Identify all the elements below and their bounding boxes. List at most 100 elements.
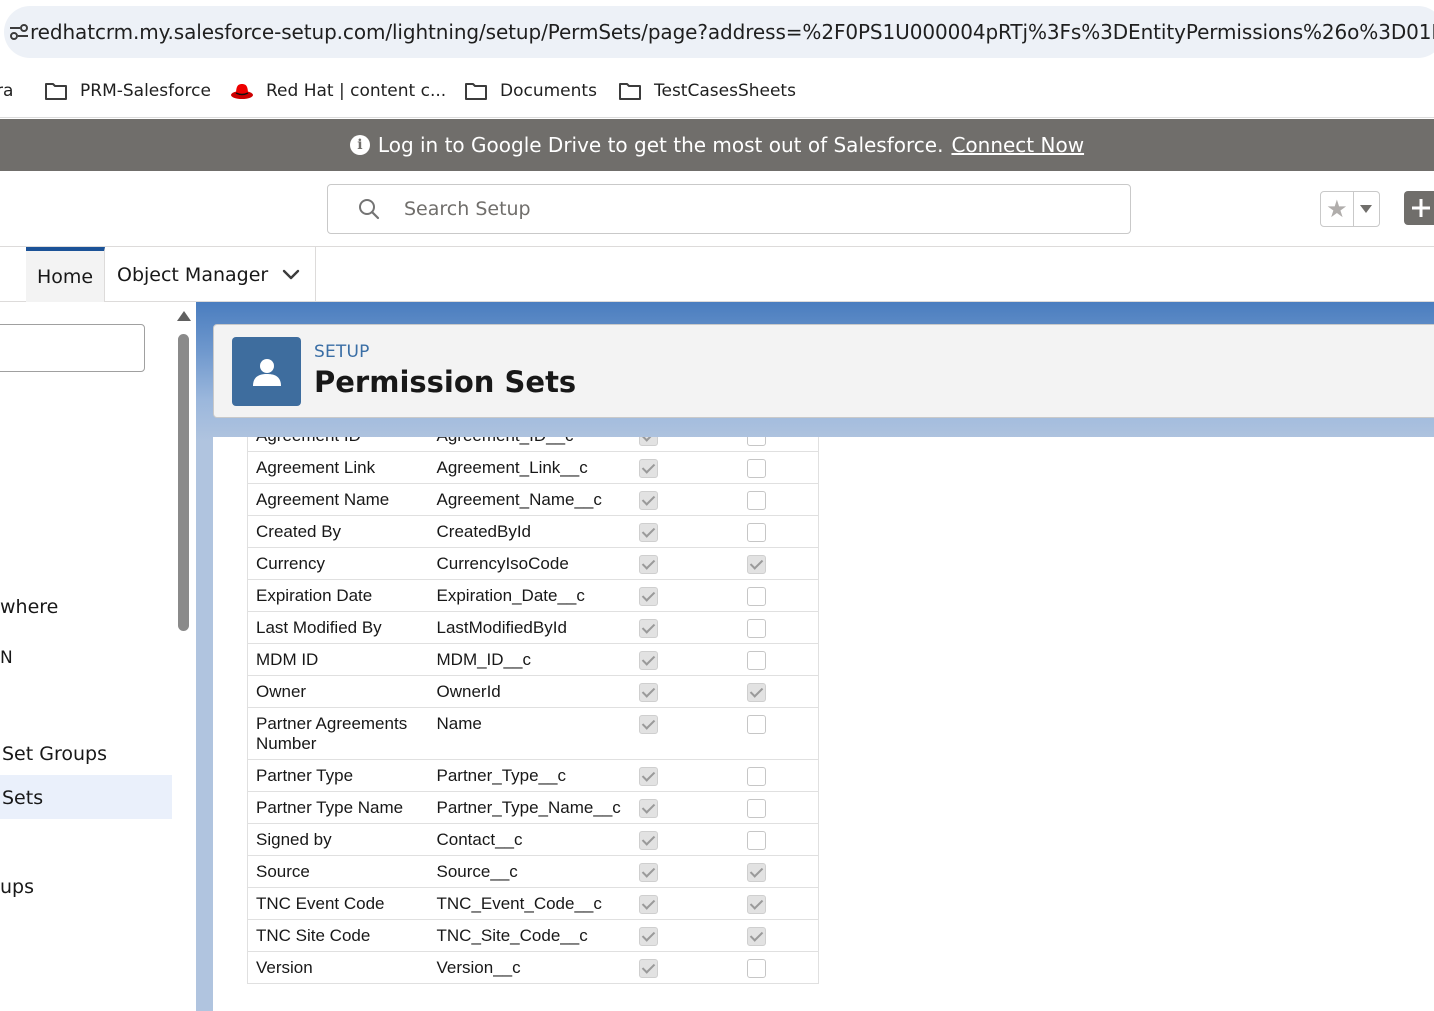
sidebar-item-n[interactable]: N	[0, 648, 13, 668]
field-label: Partner Type Name	[247, 791, 429, 825]
edit-access-checkbox[interactable]	[746, 683, 766, 703]
edit-access-checkbox[interactable]	[746, 651, 766, 671]
quick-find-input[interactable]	[0, 324, 145, 372]
table-row: Partner Type Name Partner_Type_Name__c	[247, 791, 820, 825]
edit-access-checkbox[interactable]	[746, 555, 766, 575]
field-api-name: Expiration_Date__c	[428, 579, 629, 613]
read-access-checkbox[interactable]	[638, 767, 658, 787]
favorites-dropdown[interactable]	[1354, 192, 1379, 226]
setup-nav: Home Object Manager	[0, 247, 1434, 302]
edit-access-cell	[733, 547, 820, 581]
field-label: Agreement Name	[247, 483, 429, 517]
edit-access-checkbox[interactable]	[746, 437, 766, 447]
edit-access-checkbox[interactable]	[746, 459, 766, 479]
read-access-checkbox[interactable]	[638, 619, 658, 639]
read-access-cell	[628, 437, 734, 453]
bookmark-prm-salesforce[interactable]: PRM-Salesforce	[44, 81, 211, 101]
sidebar-item-where[interactable]: where	[0, 596, 58, 618]
read-access-checkbox[interactable]	[638, 927, 658, 947]
edit-access-cell	[733, 791, 820, 825]
tab-home[interactable]: Home	[26, 247, 105, 302]
edit-access-checkbox[interactable]	[746, 767, 766, 787]
edit-access-cell	[733, 707, 820, 761]
read-access-checkbox[interactable]	[638, 683, 658, 703]
edit-access-checkbox[interactable]	[746, 491, 766, 511]
bookmark-redhat-content[interactable]: Red Hat | content c...	[230, 81, 446, 101]
field-api-name: CurrencyIsoCode	[428, 547, 629, 581]
url-text[interactable]: redhatcrm.my.salesforce-setup.com/lightn…	[30, 20, 1434, 44]
table-row: Created By CreatedById	[247, 515, 820, 549]
connect-now-link[interactable]: Connect Now	[951, 133, 1084, 157]
edit-access-checkbox[interactable]	[746, 895, 766, 915]
field-api-name: Agreement_Name__c	[428, 483, 629, 517]
edit-access-cell	[733, 951, 820, 985]
edit-access-checkbox[interactable]	[746, 619, 766, 639]
search-input[interactable]	[404, 198, 1004, 220]
read-access-checkbox[interactable]	[638, 523, 658, 543]
edit-access-checkbox[interactable]	[746, 959, 766, 979]
read-access-checkbox[interactable]	[638, 491, 658, 511]
read-access-cell	[628, 823, 734, 857]
google-drive-banner: i Log in to Google Drive to get the most…	[0, 119, 1434, 171]
field-label: Owner	[247, 675, 429, 709]
sidebar-item-sets[interactable]: Sets	[2, 787, 43, 809]
edit-access-checkbox[interactable]	[746, 863, 766, 883]
bookmark-testcasessheets[interactable]: TestCasesSheets	[618, 81, 796, 101]
read-access-checkbox[interactable]	[638, 799, 658, 819]
site-info-icon[interactable]	[8, 6, 30, 58]
field-permissions-table: Agreement IDAgreement_ID__cAgreement Lin…	[247, 437, 820, 985]
table-row: Agreement IDAgreement_ID__c	[247, 437, 820, 453]
read-access-checkbox[interactable]	[638, 651, 658, 671]
read-access-checkbox[interactable]	[638, 459, 658, 479]
read-access-checkbox[interactable]	[638, 437, 658, 447]
field-api-name: Agreement_Link__c	[428, 451, 629, 485]
bookmark-label: ra	[0, 80, 14, 101]
field-label: Currency	[247, 547, 429, 581]
table-row: Signed by Contact__c	[247, 823, 820, 857]
table-row: Agreement Name Agreement_Name__c	[247, 483, 820, 517]
read-access-checkbox[interactable]	[638, 863, 658, 883]
read-access-checkbox[interactable]	[638, 831, 658, 851]
tab-label: Home	[36, 265, 94, 288]
sidebar-item-ups[interactable]: ups	[0, 876, 34, 898]
chevron-down-icon[interactable]	[282, 269, 300, 281]
field-label: Created By	[247, 515, 429, 549]
scroll-up-arrow-icon[interactable]	[177, 311, 191, 321]
read-access-checkbox[interactable]	[638, 555, 658, 575]
global-header: ★	[0, 171, 1434, 247]
page-eyebrow: SETUP	[314, 342, 370, 362]
edit-access-checkbox[interactable]	[746, 927, 766, 947]
scroll-thumb[interactable]	[178, 334, 189, 631]
edit-access-checkbox[interactable]	[746, 715, 766, 735]
bookmark-ra[interactable]: ra	[0, 81, 13, 101]
table-row: Owner OwnerId	[247, 675, 820, 709]
edit-access-checkbox[interactable]	[746, 587, 766, 607]
edit-access-cell	[733, 515, 820, 549]
sidebar-item-set-groups[interactable]: Set Groups	[2, 743, 107, 765]
setup-search[interactable]	[327, 184, 1131, 234]
favorite-star-icon[interactable]: ★	[1321, 192, 1354, 226]
edit-access-cell	[733, 483, 820, 517]
table-row: Partner Type Partner_Type__c	[247, 759, 820, 793]
edit-access-cell	[733, 579, 820, 613]
read-access-checkbox[interactable]	[638, 895, 658, 915]
search-icon	[358, 198, 380, 220]
field-label: Source	[247, 855, 429, 889]
edit-access-checkbox[interactable]	[746, 799, 766, 819]
edit-access-checkbox[interactable]	[746, 523, 766, 543]
edit-access-cell	[733, 437, 820, 453]
read-access-cell	[628, 919, 734, 953]
bookmark-documents[interactable]: Documents	[464, 81, 597, 101]
global-actions-button[interactable]	[1404, 191, 1434, 225]
tab-object-manager[interactable]: Object Manager	[105, 247, 316, 302]
setup-sidebar: where N Set Groups Sets ups	[0, 302, 196, 1011]
field-label: TNC Site Code	[247, 919, 429, 953]
omnibox[interactable]: redhatcrm.my.salesforce-setup.com/lightn…	[4, 6, 1434, 58]
read-access-cell	[628, 951, 734, 985]
table-row: TNC Site Code TNC_Site_Code__c	[247, 919, 820, 953]
table-row: Agreement Link Agreement_Link__c	[247, 451, 820, 485]
read-access-checkbox[interactable]	[638, 959, 658, 979]
read-access-checkbox[interactable]	[638, 715, 658, 735]
read-access-checkbox[interactable]	[638, 587, 658, 607]
edit-access-checkbox[interactable]	[746, 831, 766, 851]
